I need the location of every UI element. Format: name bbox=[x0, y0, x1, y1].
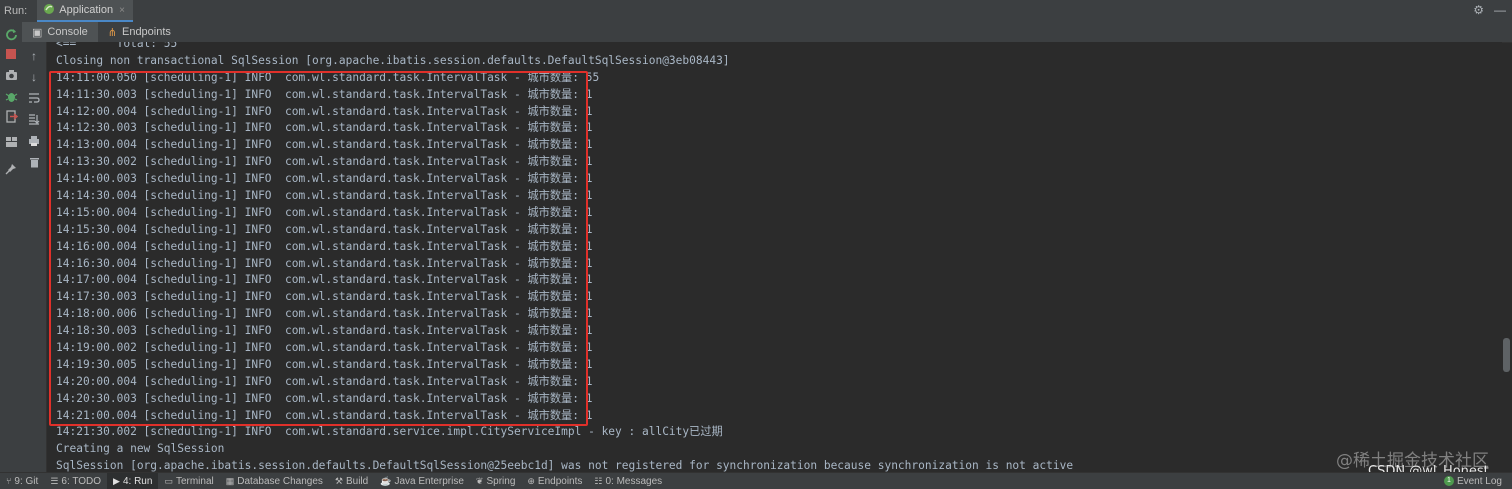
tab-endpoints[interactable]: ⋔ Endpoints bbox=[98, 22, 181, 42]
endpoints-icon: ⋔ bbox=[107, 26, 117, 39]
toolwindow-run[interactable]: ▶ 4: Run bbox=[107, 473, 159, 489]
minimize-icon[interactable]: — bbox=[1494, 3, 1506, 17]
event-log-button[interactable]: 1 Event Log bbox=[1443, 473, 1502, 489]
toolwindow-label: 4: Run bbox=[122, 475, 153, 487]
console-line: <== Total: 55 bbox=[56, 42, 178, 50]
toolwindow-label: 6: TODO bbox=[61, 475, 102, 487]
console-line: SqlSession [org.apache.ibatis.session.de… bbox=[56, 459, 1074, 472]
toolwindow-label: Database Changes bbox=[237, 475, 323, 487]
todo-icon: ☰ bbox=[50, 475, 59, 486]
stop-icon[interactable] bbox=[3, 46, 19, 62]
tab-console-label: Console bbox=[47, 26, 88, 38]
spring-app-icon bbox=[43, 3, 55, 18]
debug-icon[interactable] bbox=[3, 88, 19, 104]
tab-console[interactable]: ▣ Console bbox=[22, 22, 98, 42]
soft-wrap-icon[interactable] bbox=[26, 90, 42, 106]
run-icon: ▶ bbox=[113, 475, 120, 486]
toolwindow-label: Build bbox=[345, 475, 369, 487]
toolwindow-label: Java Enterprise bbox=[394, 475, 464, 487]
toolwindow-spring[interactable]: ❦ Spring bbox=[470, 473, 521, 489]
database-icon: ▦ bbox=[225, 475, 235, 486]
build-icon: ⚒ bbox=[334, 475, 343, 486]
arrow-down-icon[interactable]: ↓ bbox=[26, 69, 42, 85]
pin-icon[interactable] bbox=[3, 161, 19, 177]
toolwindow-label: Terminal bbox=[175, 475, 214, 487]
messages-icon: ☷ bbox=[594, 475, 603, 486]
spring-icon: ❦ bbox=[475, 475, 484, 486]
run-label: Run: bbox=[4, 5, 28, 17]
console-output[interactable]: <== Total: 55 Closing non transactional … bbox=[47, 42, 1502, 472]
toolwindow-todo[interactable]: ☰ 6: TODO bbox=[44, 473, 107, 489]
gear-icon[interactable]: ⚙ bbox=[1473, 3, 1484, 17]
run-actions-toolbar bbox=[0, 22, 23, 472]
print-icon[interactable] bbox=[26, 133, 42, 149]
close-icon[interactable]: × bbox=[119, 5, 125, 16]
toolwindow-label: 0: Messages bbox=[605, 475, 663, 487]
console-icon: ▣ bbox=[32, 26, 43, 39]
git-icon: ⑂ bbox=[6, 476, 12, 486]
console-line: Closing non transactional SqlSession [or… bbox=[56, 53, 730, 67]
console-scrollbar-thumb[interactable] bbox=[1503, 338, 1510, 372]
terminal-icon: ▭ bbox=[164, 475, 173, 486]
toolwindow-endpoints[interactable]: ⊕ Endpoints bbox=[521, 473, 588, 489]
trash-icon[interactable] bbox=[26, 154, 42, 170]
arrow-up-icon[interactable]: ↑ bbox=[26, 48, 42, 64]
event-log-count-badge: 1 bbox=[1443, 476, 1454, 486]
toolwindow-git[interactable]: ⑂ 9: Git bbox=[0, 473, 44, 489]
run-subtabs: ▣ Console ⋔ Endpoints bbox=[22, 22, 1512, 43]
toolwindow-java-enterprise[interactable]: ☕ Java Enterprise bbox=[374, 473, 470, 489]
toolwindow-database-changes[interactable]: ▦ Database Changes bbox=[220, 473, 329, 489]
camera-icon[interactable] bbox=[3, 67, 19, 83]
toolwindow-messages[interactable]: ☷ 0: Messages bbox=[588, 473, 668, 489]
console-line: 14:21:30.002 [scheduling-1] INFO com.wl.… bbox=[56, 425, 723, 439]
tab-application-label: Application bbox=[59, 4, 114, 16]
toolwindow-build[interactable]: ⚒ Build bbox=[329, 473, 374, 489]
run-toolbar: Run: Application × ⚙ — bbox=[0, 0, 1512, 23]
scroll-to-end-icon[interactable] bbox=[26, 111, 42, 127]
layout-icon[interactable] bbox=[3, 134, 19, 150]
toolwindow-terminal[interactable]: ▭ Terminal bbox=[158, 473, 219, 489]
tool-window-bar: ⑂ 9: Git ☰ 6: TODO ▶ 4: Run ▭ Terminal ▦… bbox=[0, 472, 1512, 489]
rerun-icon[interactable] bbox=[3, 26, 19, 42]
console-line: Creating a new SqlSession bbox=[56, 442, 225, 456]
java-icon: ☕ bbox=[380, 475, 392, 486]
console-actions-toolbar: ↑ ↓ bbox=[22, 42, 47, 472]
highlight-annotation-box bbox=[49, 71, 588, 426]
toolwindow-label: Endpoints bbox=[537, 475, 583, 487]
event-log-label: Event Log bbox=[1456, 475, 1502, 487]
endpoints-icon: ⊕ bbox=[527, 475, 535, 486]
exit-icon[interactable] bbox=[3, 108, 19, 124]
toolwindow-label: 9: Git bbox=[14, 475, 39, 487]
tab-endpoints-label: Endpoints bbox=[121, 26, 171, 38]
tab-application[interactable]: Application × bbox=[37, 0, 133, 22]
toolwindow-label: Spring bbox=[486, 475, 516, 487]
